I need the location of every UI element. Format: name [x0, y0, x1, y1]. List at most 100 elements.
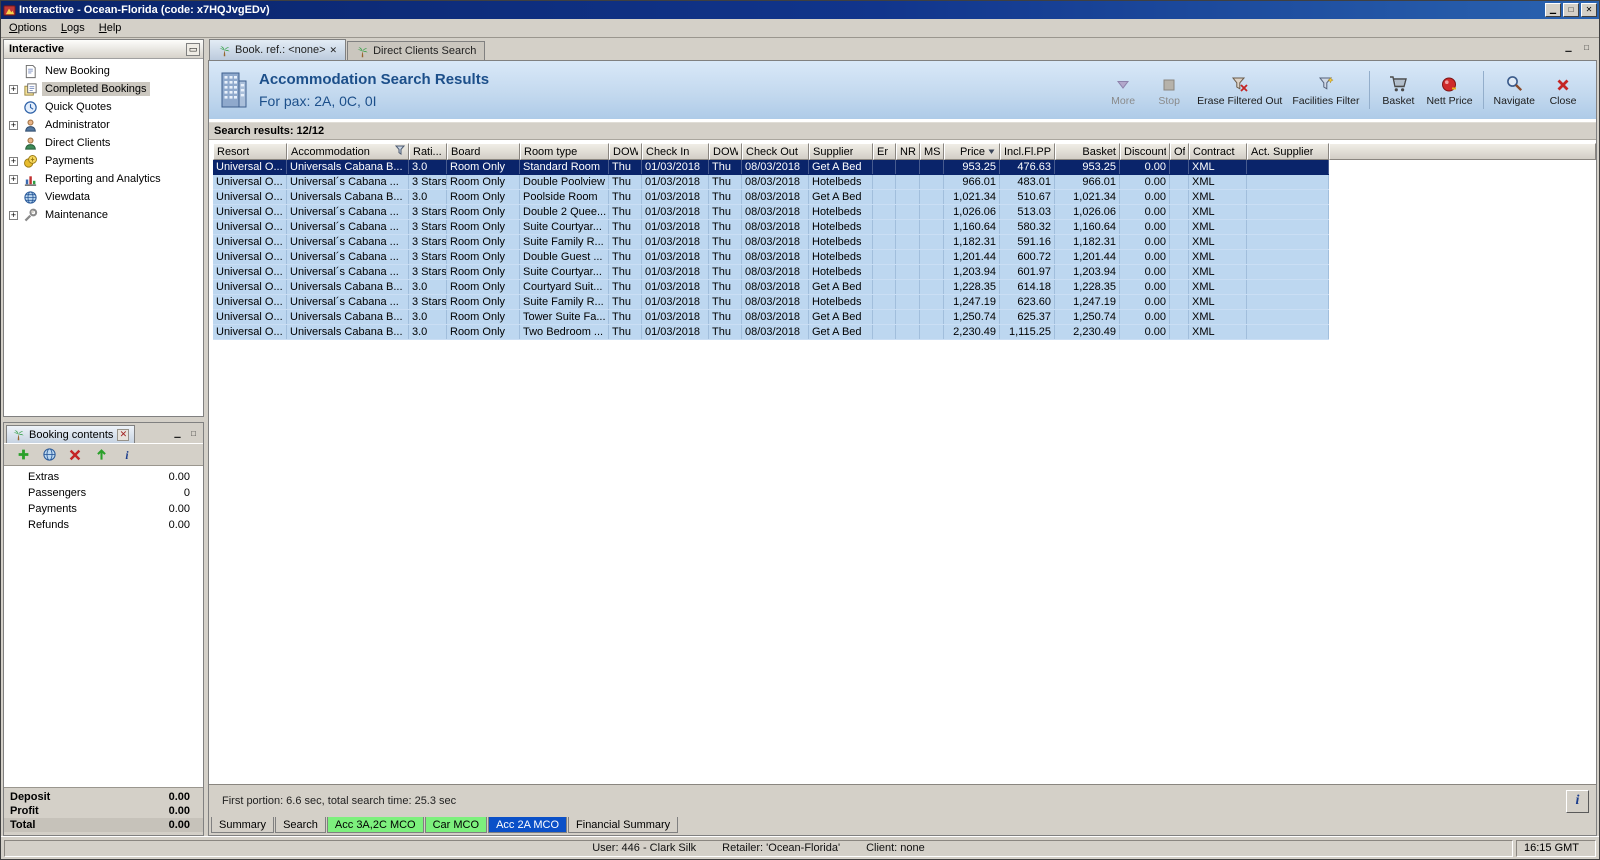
column-header-price[interactable]: Price [944, 143, 1000, 160]
column-header-basket[interactable]: Basket [1055, 143, 1120, 160]
erase-filtered-out-button[interactable]: Erase Filtered Out [1192, 72, 1287, 109]
result-row[interactable]: Universal O... Universal´s Cabana ... 3 St… [213, 235, 1329, 250]
booking-contents-tab[interactable]: Booking contents ✕ [6, 425, 136, 443]
document-tab-book-ref-none[interactable]: Book. ref.: <none> ✕ [209, 39, 347, 60]
expand-icon[interactable]: + [9, 156, 18, 166]
column-header-discount[interactable]: Discount [1120, 143, 1170, 160]
stop-button[interactable]: Stop [1146, 72, 1192, 109]
result-row[interactable]: Universal O... Universals Cabana B... 3.0 R… [213, 190, 1329, 205]
cell-rati: 3 Stars [409, 220, 447, 234]
add-button[interactable] [14, 446, 32, 464]
expand-icon[interactable]: + [9, 120, 18, 130]
mdi-restore-button[interactable]: □ [1580, 42, 1593, 54]
sidebar-item-reporting-and-analytics[interactable]: + Reporting and Analytics [4, 170, 203, 188]
maximize-button[interactable]: □ [1563, 3, 1579, 17]
column-header-resort[interactable]: Resort [213, 143, 287, 160]
sidebar-item-direct-clients[interactable]: Direct Clients [4, 134, 203, 152]
close-window-button[interactable]: ✕ [1581, 3, 1597, 17]
column-header-er[interactable]: Er [873, 143, 896, 160]
cell-contract: XML [1189, 325, 1247, 339]
info-button[interactable]: i [1566, 789, 1589, 813]
bottom-tab-financial-summary[interactable]: Financial Summary [568, 817, 679, 833]
cell-dow: Thu [609, 160, 642, 174]
expand-icon[interactable]: + [9, 210, 18, 220]
application-window: Interactive - Ocean-Florida (code: x7HQJ… [0, 0, 1600, 860]
bottom-tab-acc-2a-mco[interactable]: Acc 2A MCO [488, 817, 568, 833]
column-header-board[interactable]: Board [447, 143, 520, 160]
column-header-rati[interactable]: Rati... [409, 143, 447, 160]
result-row[interactable]: Universal O... Universals Cabana B... 3.0 R… [213, 280, 1329, 295]
cell-board: Room Only [447, 325, 520, 339]
booking-panel-minimize-button[interactable]: ▁ [171, 428, 184, 440]
booking-panel-maximize-button[interactable]: □ [187, 428, 200, 440]
info-button[interactable]: i [118, 446, 136, 464]
booking-item-extras[interactable]: Extras 0.00 [4, 471, 203, 487]
cell-discount: 0.00 [1120, 220, 1170, 234]
column-header-room-type[interactable]: Room type [520, 143, 609, 160]
expand-icon[interactable]: + [9, 84, 18, 94]
bottom-tab-acc-3a-2c-mco[interactable]: Acc 3A,2C MCO [326, 817, 424, 833]
result-row[interactable]: Universal O... Universals Cabana B... 3.0 R… [213, 325, 1329, 340]
facilities-filter-button[interactable]: Facilities Filter [1287, 72, 1364, 109]
column-header-dow[interactable]: DOW [709, 143, 742, 160]
sidebar-item-new-booking[interactable]: New Booking [4, 62, 203, 80]
column-header-check-out[interactable]: Check Out [742, 143, 809, 160]
booking-contents-close-icon[interactable]: ✕ [117, 428, 130, 441]
close-button[interactable]: Close [1540, 72, 1586, 109]
result-row[interactable]: Universal O... Universal´s Cabana ... 3 St… [213, 175, 1329, 190]
menu-help[interactable]: Help [92, 20, 129, 36]
column-header-act-supplier[interactable]: Act. Supplier [1247, 143, 1329, 160]
result-row[interactable]: Universal O... Universal´s Cabana ... 3 St… [213, 205, 1329, 220]
bottom-tab-search[interactable]: Search [275, 817, 326, 833]
menu-options[interactable]: Options [2, 20, 54, 36]
cell-resort: Universal O... [213, 325, 287, 339]
menu-logs[interactable]: Logs [54, 20, 92, 36]
mdi-minimize-button[interactable]: ▁ [1562, 42, 1575, 54]
column-header-check-in[interactable]: Check In [642, 143, 709, 160]
nett-price-button[interactable]: Nett Price [1421, 72, 1477, 109]
column-header-contract[interactable]: Contract [1189, 143, 1247, 160]
result-row[interactable]: Universal O... Universals Cabana B... 3.0 R… [213, 160, 1329, 175]
sidebar-item-label: Direct Clients [45, 137, 111, 149]
booking-item-refunds[interactable]: Refunds 0.00 [4, 519, 203, 535]
sidebar-item-maintenance[interactable]: + Maintenance [4, 206, 203, 224]
bottom-tab-summary[interactable]: Summary [211, 817, 275, 833]
result-row[interactable]: Universal O... Universal´s Cabana ... 3 St… [213, 250, 1329, 265]
expand-icon[interactable]: + [9, 174, 18, 184]
column-header-dow[interactable]: DOW [609, 143, 642, 160]
cell-contract: XML [1189, 160, 1247, 174]
cell-board: Room Only [447, 235, 520, 249]
more-button[interactable]: More [1100, 72, 1146, 109]
summary-total: Total 0.00 [4, 818, 203, 832]
column-header-accommodation[interactable]: Accommodation [287, 143, 409, 160]
result-row[interactable]: Universal O... Universals Cabana B... 3.0 R… [213, 310, 1329, 325]
result-row[interactable]: Universal O... Universal´s Cabana ... 3 St… [213, 295, 1329, 310]
column-header-ms[interactable]: MS [920, 143, 944, 160]
column-header-nr[interactable]: NR [896, 143, 920, 160]
more-icon [1115, 74, 1131, 93]
basket-button[interactable]: Basket [1375, 72, 1421, 109]
minimize-button[interactable]: ▁ [1545, 3, 1561, 17]
sidebar-item-payments[interactable]: + Payments [4, 152, 203, 170]
delete-button[interactable] [66, 446, 84, 464]
result-row[interactable]: Universal O... Universal´s Cabana ... 3 St… [213, 220, 1329, 235]
bottom-tab-car-mco[interactable]: Car MCO [424, 817, 488, 833]
panel-collapse-button[interactable]: ▭ [186, 42, 200, 56]
sidebar-item-quick-quotes[interactable]: Quick Quotes [4, 98, 203, 116]
navigate-button[interactable]: Navigate [1489, 72, 1540, 109]
cell-ms [920, 250, 944, 264]
booking-item-passengers[interactable]: Passengers 0 [4, 487, 203, 503]
column-header-incl-fl-pp[interactable]: Incl.Fl.PP [1000, 143, 1055, 160]
sidebar-item-viewdata[interactable]: Viewdata [4, 188, 203, 206]
sidebar-item-completed-bookings[interactable]: + Completed Bookings [4, 80, 203, 98]
column-header-of[interactable]: Of [1170, 143, 1189, 160]
sidebar-item-administrator[interactable]: + Administrator [4, 116, 203, 134]
result-row[interactable]: Universal O... Universal´s Cabana ... 3 St… [213, 265, 1329, 280]
cell-accommodation: Universals Cabana B... [287, 160, 409, 174]
booking-item-payments[interactable]: Payments 0.00 [4, 503, 203, 519]
document-tab-direct-clients-search[interactable]: Direct Clients Search [347, 41, 486, 60]
up-button[interactable] [92, 446, 110, 464]
tab-close-icon[interactable]: ✕ [330, 45, 338, 56]
globe-button[interactable] [40, 446, 58, 464]
column-header-supplier[interactable]: Supplier [809, 143, 873, 160]
